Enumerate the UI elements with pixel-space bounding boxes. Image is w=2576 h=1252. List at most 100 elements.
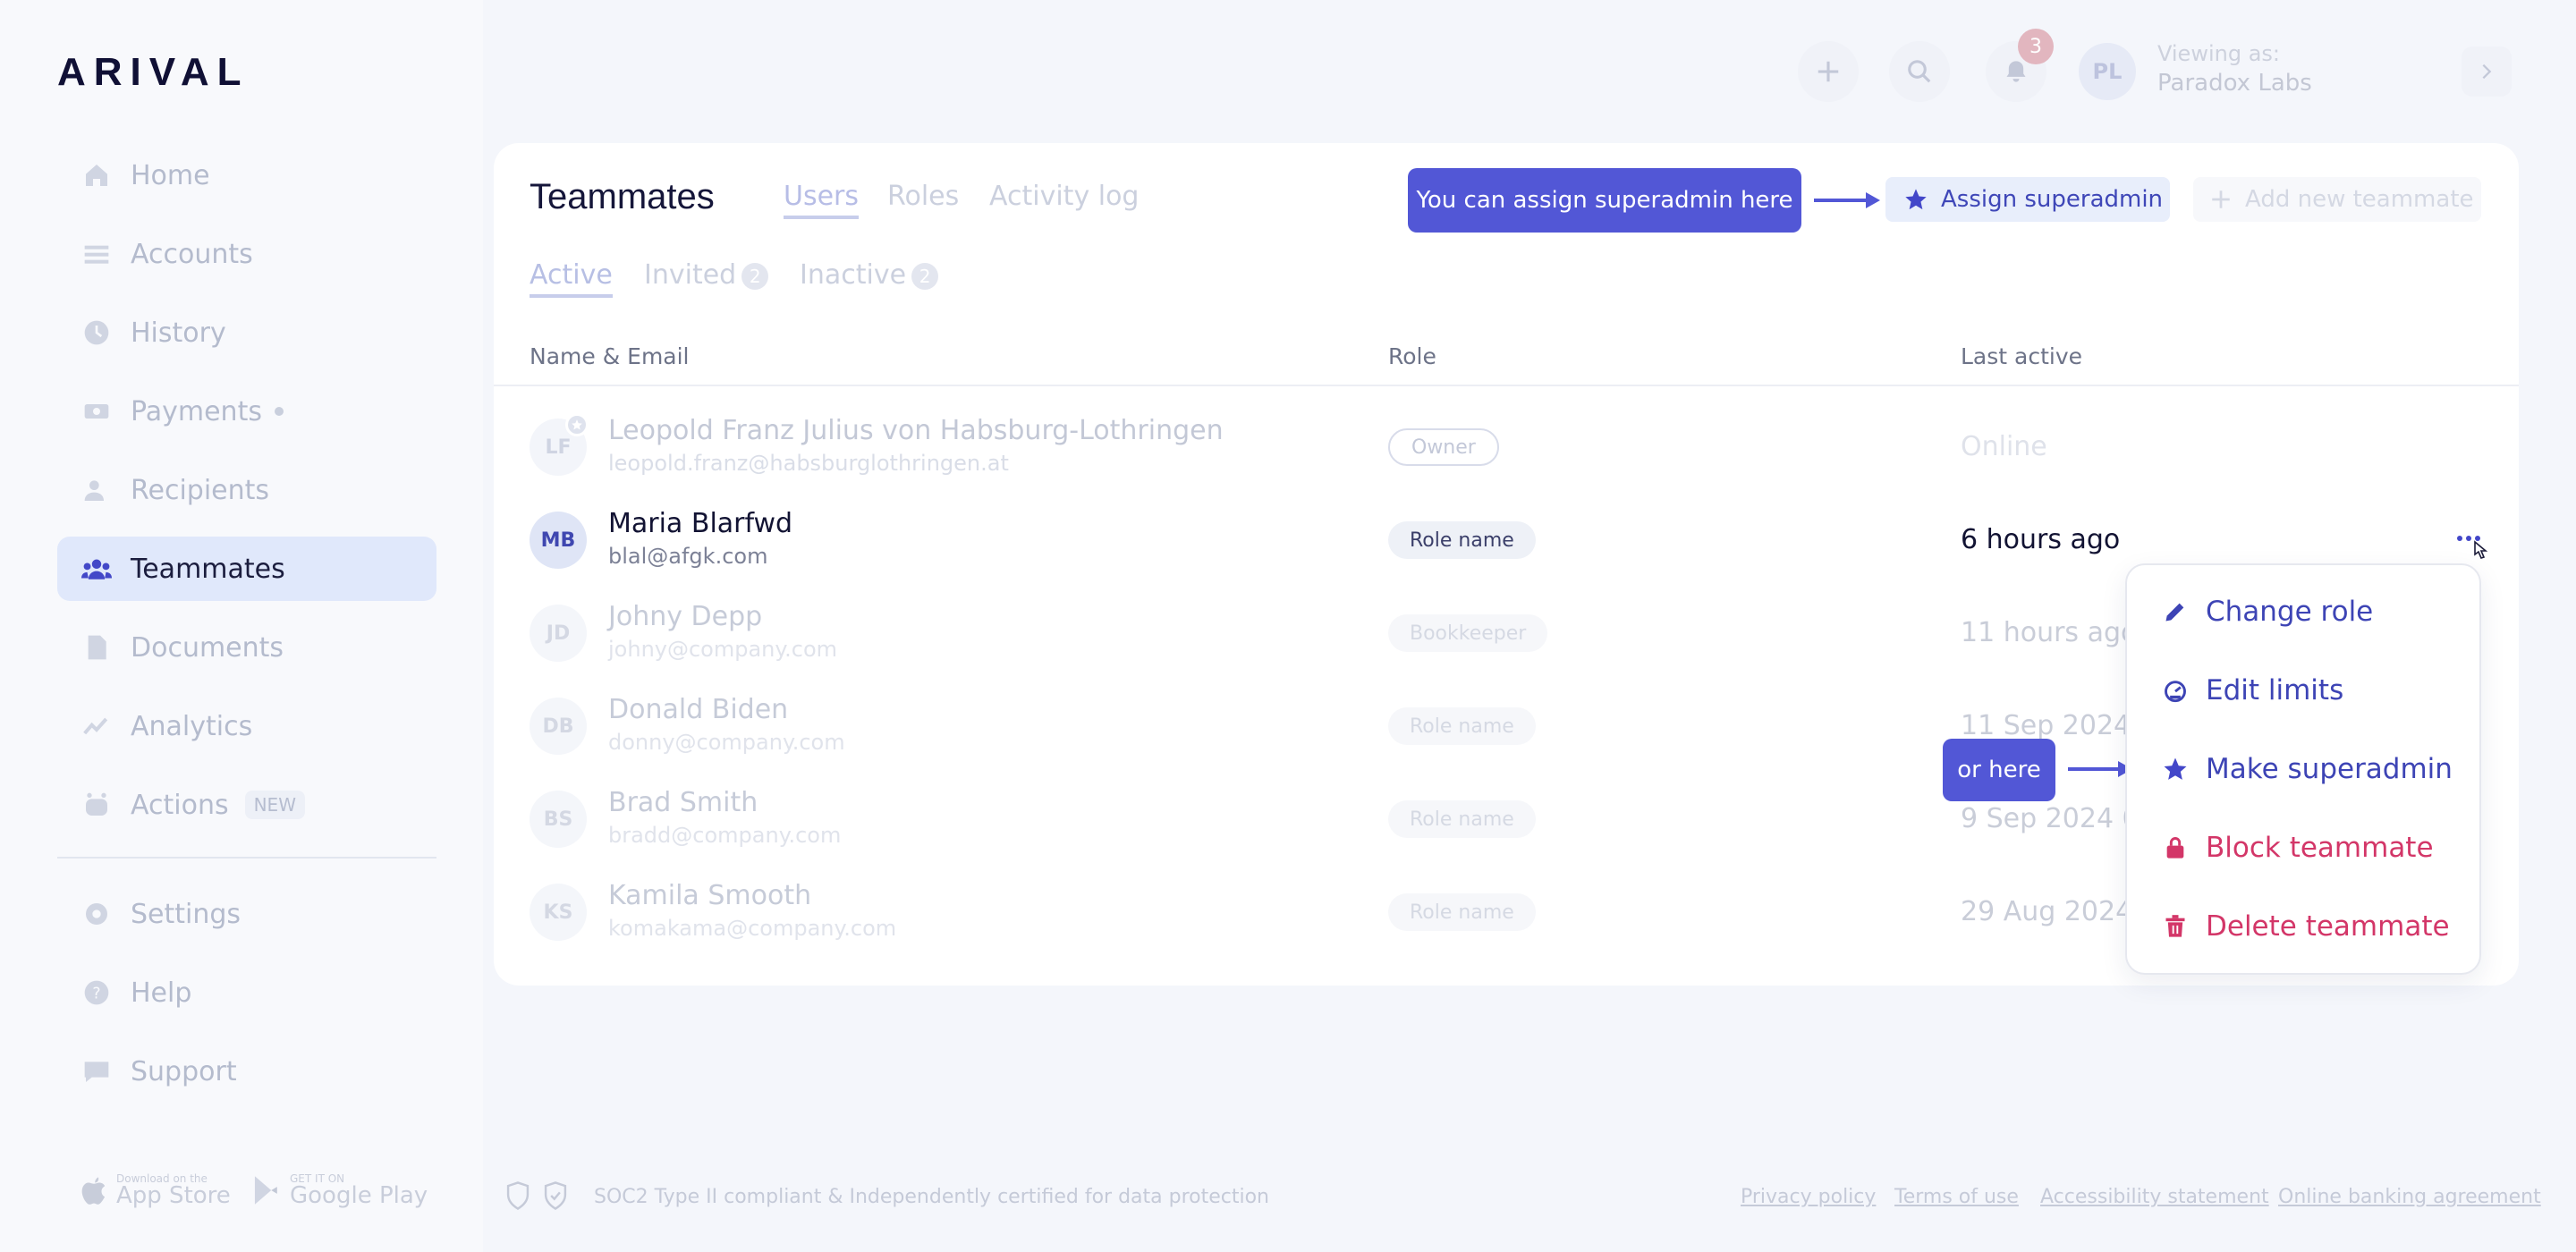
lock-icon <box>2161 833 2190 862</box>
teammate-name: Brad Smith <box>608 787 758 818</box>
menu-item-make-superadmin[interactable]: Make superadmin <box>2161 753 2453 785</box>
company-switch-button[interactable] <box>2462 47 2512 97</box>
role-badge: Bookkeeper <box>1388 614 1548 652</box>
terms-of-use-link[interactable]: Terms of use <box>1894 1186 2019 1208</box>
role-badge: Role name <box>1388 707 1536 745</box>
more-dots-icon <box>2457 536 2488 559</box>
avatar: MB <box>530 512 587 569</box>
sidebar-divider <box>57 857 436 859</box>
online-banking-agreement-link[interactable]: Online banking agreement <box>2278 1186 2541 1208</box>
compliance-text: SOC2 Type II compliant & Independently c… <box>594 1186 1270 1208</box>
column-header-role[interactable]: Role <box>1388 343 1436 369</box>
subtab-label: Invited <box>644 259 737 291</box>
sidebar-item-label: Settings <box>131 898 242 930</box>
column-header-name[interactable]: Name & Email <box>530 343 690 369</box>
teammate-email: bradd@company.com <box>608 823 842 848</box>
shield-check-icon <box>544 1181 567 1210</box>
sidebar-item-documents[interactable]: Documents <box>57 615 436 680</box>
tab-users[interactable]: Users <box>784 181 860 219</box>
teammate-email: leopold.franz@habsburglothringen.at <box>608 451 1009 476</box>
recipients-icon <box>80 474 113 506</box>
accessibility-statement-link[interactable]: Accessibility statement <box>2040 1186 2269 1208</box>
privacy-policy-link[interactable]: Privacy policy <box>1741 1186 1876 1208</box>
assign-superadmin-button[interactable]: Assign superadmin <box>1885 177 2170 222</box>
company-avatar[interactable]: PL <box>2079 43 2136 100</box>
sidebar-item-settings[interactable]: Settings <box>57 882 436 946</box>
sidebar-item-actions[interactable]: Actions NEW <box>57 773 436 837</box>
teammate-name: Kamila Smooth <box>608 880 812 911</box>
sidebar-item-label: Accounts <box>131 238 253 270</box>
teammate-email: blal@afgk.com <box>608 544 768 569</box>
teammates-icon <box>80 553 113 585</box>
column-header-last-active[interactable]: Last active <box>1961 343 2082 369</box>
menu-item-delete-teammate[interactable]: Delete teammate <box>2161 910 2450 943</box>
actions-icon <box>80 789 113 821</box>
pencil-icon <box>2161 597 2190 626</box>
role-badge: Role name <box>1388 521 1536 559</box>
sidebar-item-recipients[interactable]: Recipients <box>57 458 436 522</box>
owner-star-icon <box>565 413 589 436</box>
or-here-callout: or here <box>1943 739 2055 801</box>
sidebar-item-help[interactable]: ? Help <box>57 960 436 1025</box>
sidebar-item-history[interactable]: History <box>57 300 436 365</box>
tab-roles[interactable]: Roles <box>887 181 959 212</box>
analytics-icon <box>80 710 113 742</box>
plus-icon <box>1818 61 1839 82</box>
sidebar-item-analytics[interactable]: Analytics <box>57 694 436 758</box>
menu-item-label: Edit limits <box>2206 674 2344 706</box>
sidebar-item-label: Actions <box>131 789 229 821</box>
app-store-badge[interactable]: Download on the App Store <box>80 1173 231 1207</box>
last-active: 11 hours ago <box>1961 617 2138 648</box>
sidebar-item-payments[interactable]: Payments <box>57 379 436 444</box>
page-title: Teammates <box>530 177 715 216</box>
teammate-email: donny@company.com <box>608 730 845 755</box>
role-badge: Owner <box>1388 428 1499 466</box>
trash-icon <box>2161 912 2190 941</box>
google-play-badge[interactable]: GET IT ON Google Play <box>252 1173 428 1207</box>
menu-item-edit-limits[interactable]: Edit limits <box>2161 674 2343 706</box>
menu-item-block-teammate[interactable]: Block teammate <box>2161 832 2434 864</box>
sidebar-item-label: Support <box>131 1055 237 1087</box>
document-icon <box>80 631 113 664</box>
sidebar-item-home[interactable]: Home <box>57 143 436 207</box>
sidebar-item-label: Documents <box>131 631 284 664</box>
assign-superadmin-label: Assign superadmin <box>1941 186 2164 213</box>
subtab-active[interactable]: Active <box>530 259 613 298</box>
clock-icon <box>80 317 113 349</box>
subtab-inactive[interactable]: Inactive 2 <box>800 259 939 291</box>
sidebar-item-support[interactable]: Support <box>57 1039 436 1104</box>
svg-text:?: ? <box>92 986 100 1003</box>
subtab-invited[interactable]: Invited 2 <box>644 259 769 291</box>
sidebar: ARIVAL Home Accounts History Payments Re… <box>0 0 483 1252</box>
help-icon: ? <box>80 977 113 1009</box>
add-button[interactable] <box>1798 41 1859 102</box>
sidebar-item-label: Analytics <box>131 710 253 742</box>
sidebar-item-label: History <box>131 317 226 349</box>
add-new-teammate-button[interactable]: Add new teammate <box>2193 177 2481 222</box>
sidebar-item-label: Recipients <box>131 474 270 506</box>
sidebar-item-label: Help <box>131 977 192 1009</box>
tab-activity-log[interactable]: Activity log <box>989 181 1139 212</box>
arival-logo[interactable]: ARIVAL <box>57 50 250 95</box>
sidebar-item-label: Teammates <box>131 553 285 585</box>
star-icon <box>2161 755 2190 783</box>
search-button[interactable] <box>1889 41 1950 102</box>
teammate-name: Johny Depp <box>608 601 763 632</box>
teammate-name: Maria Blarfwd <box>608 508 793 539</box>
row-actions-button[interactable] <box>2451 524 2494 560</box>
menu-item-label: Block teammate <box>2206 832 2434 864</box>
header-divider <box>494 385 2519 386</box>
sidebar-item-teammates[interactable]: Teammates <box>57 537 436 601</box>
google-play-icon <box>254 1176 277 1205</box>
viewing-as-company[interactable]: Paradox Labs <box>2157 70 2312 97</box>
avatar: BS <box>530 791 587 848</box>
payments-dot <box>274 407 284 416</box>
sidebar-item-label: Payments <box>131 395 262 427</box>
sidebar-item-accounts[interactable]: Accounts <box>57 222 436 286</box>
chat-icon <box>80 1055 113 1087</box>
subtab-label: Inactive <box>800 259 907 291</box>
home-icon <box>80 159 113 191</box>
menu-item-change-role[interactable]: Change role <box>2161 596 2373 628</box>
avatar: JD <box>530 605 587 662</box>
shield-icon <box>506 1181 530 1210</box>
